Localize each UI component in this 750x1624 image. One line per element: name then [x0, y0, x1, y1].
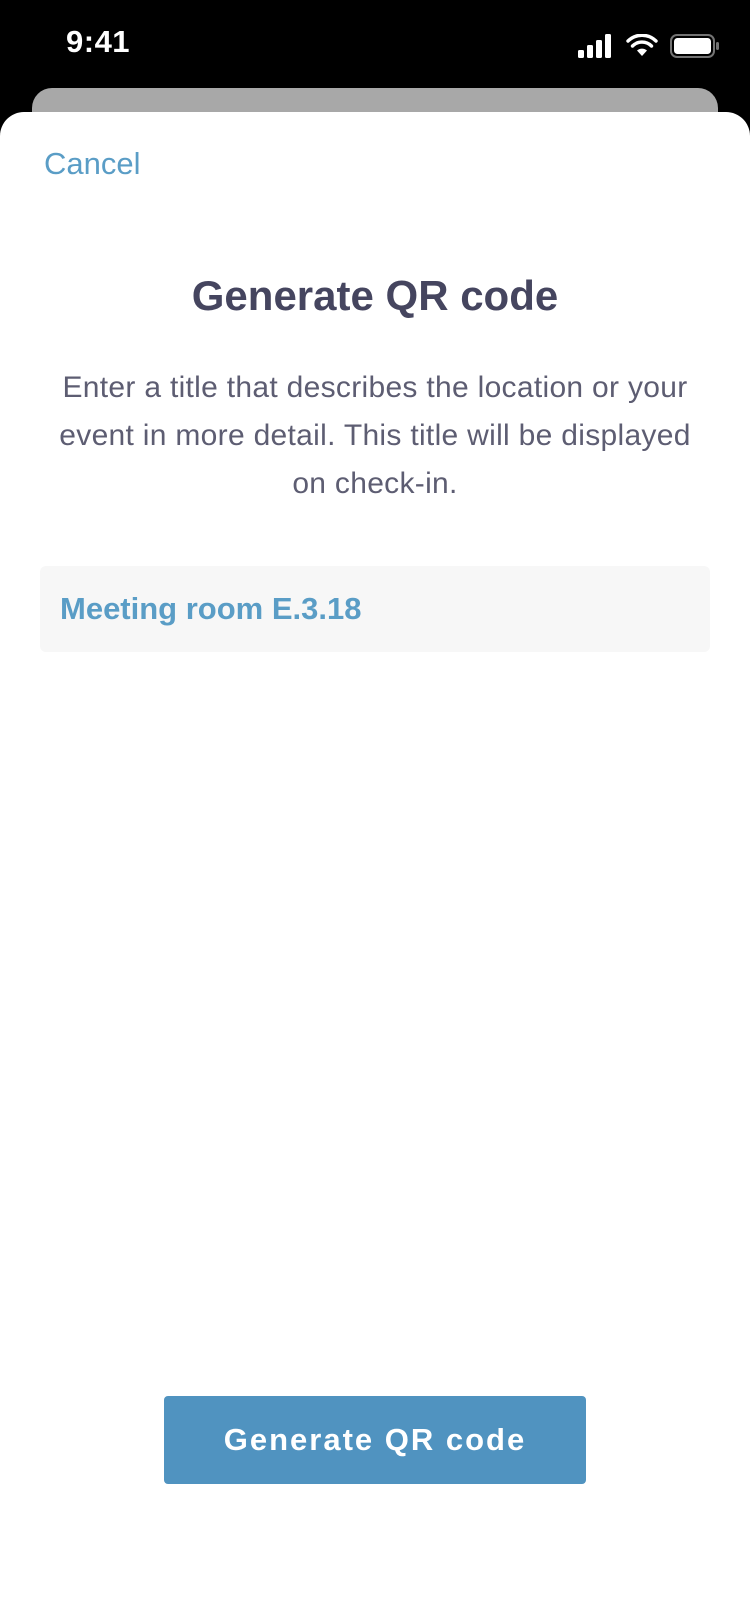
wifi-icon: [626, 34, 658, 56]
battery-icon: [670, 34, 719, 58]
page-title: Generate QR code: [191, 272, 559, 319]
status-bar: 9:41: [0, 0, 750, 92]
title-input[interactable]: Meeting room E.3.18: [40, 566, 710, 652]
signal-icon: [578, 34, 611, 58]
status-icons: [578, 32, 720, 60]
phone-screen: 9:41 Cancel Generate QR code Enter a tit…: [0, 0, 750, 1624]
cancel-button[interactable]: Cancel: [44, 146, 141, 182]
generate-qr-button[interactable]: Generate QR code: [164, 1396, 586, 1484]
description-text: Enter a title that describes the locatio…: [59, 371, 691, 500]
status-time: 9:41: [66, 24, 131, 59]
generate-qr-modal: Cancel Generate QR code Enter a title th…: [0, 112, 750, 1624]
